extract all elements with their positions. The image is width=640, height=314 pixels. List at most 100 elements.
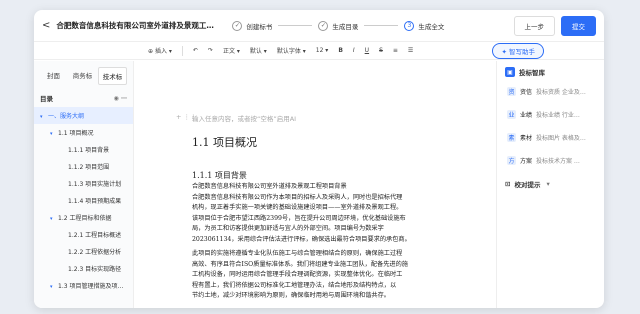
check-tips-header[interactable]: ⊡ 校对提示 ▾	[505, 179, 596, 189]
toc-item[interactable]: 1.2.1 工程目标概述	[34, 226, 133, 243]
toc-item-label: 1.2.3 目标实现路径	[68, 266, 122, 273]
submit-button[interactable]: 提交	[561, 15, 596, 36]
font-default-select[interactable]: 默认 ▾	[250, 46, 267, 55]
toc-item[interactable]: ▾ 1.3 项目管理措施及项…	[34, 277, 133, 294]
bold-button[interactable]: B	[338, 47, 343, 54]
text-line: 该项目位于合肥市望江西路2399号，旨在提升公司周边环境，优化基础设施布	[192, 214, 406, 222]
toc-item-label: 1.3 项目管理措施及项…	[58, 283, 124, 290]
toc-item[interactable]: 1.1.3 项目实施计划	[34, 175, 133, 192]
section-tabs: 封面 商务标 技术标	[34, 61, 133, 89]
tab-business[interactable]: 商务标	[69, 67, 96, 85]
insert-menu[interactable]: ⊕ 插入 ▾	[148, 46, 172, 55]
toc-item[interactable]: 1.2.2 工程依据分析	[34, 243, 133, 260]
toc-item[interactable]: 1.1.2 项目范围	[34, 158, 133, 175]
check-icon: ✓	[318, 20, 329, 31]
toc-item[interactable]: 1.2.3 目标实现路径	[34, 260, 133, 277]
toc-item-label: 1.1 项目概况	[58, 130, 94, 137]
library-item-name: 方案	[520, 158, 533, 165]
library-item[interactable]: 素素材 投标图片 表格及…	[507, 133, 596, 142]
toc-item-label: 1.1.1 项目背景	[68, 147, 110, 154]
back-icon[interactable]: <	[42, 20, 50, 31]
step-divider	[278, 25, 313, 26]
format-toolbar: ⊕ 插入 ▾ ↶ ↷ 正文 ▾ 默认 ▾ 默认字体 ▾ 12 ▾ B I U S…	[34, 42, 604, 60]
library-item-name: 素材	[520, 135, 533, 142]
library-item-desc: 投标图片 表格及…	[536, 135, 586, 142]
toc-item-label: 1.2.2 工程依据分析	[68, 249, 122, 256]
caret-icon[interactable]: ▾	[40, 114, 48, 120]
library-item-desc: 投标业绩 行业…	[536, 112, 580, 119]
library-item[interactable]: 业业绩 投标业绩 行业…	[507, 110, 596, 119]
top-bar: < 合肥数音信息科技有限公司室外道排及景观工… ✓ 创建标书 ✓ 生成目录 3 …	[34, 10, 604, 42]
check-icon: ✓	[232, 20, 243, 31]
toc-item-label: 1.1.3 项目实施计划	[68, 181, 122, 188]
bid-library-header: ▣ 投标智库	[505, 67, 596, 77]
redo-icon[interactable]: ↷	[208, 47, 213, 54]
step-label: 生成目录	[332, 22, 359, 31]
undo-icon[interactable]: ↶	[193, 47, 198, 54]
library-icon: ▣	[505, 67, 515, 77]
underline-button[interactable]: U	[365, 47, 369, 54]
editor-area[interactable]: + ⋮⋮ 输入任意内容，或者按“空格”启用AI 1.1 项目概况 1.1.1 项…	[134, 61, 496, 308]
toc-header: 目录 ◉ ⋯	[34, 89, 133, 107]
document-title: 合肥数音信息科技有限公司室外道排及景观工…	[56, 21, 214, 30]
text-line: 节约土地，减少对环境影响为原则，确保临时用地与周围环境和谐共存。	[192, 292, 390, 300]
paragraph-implementation: 此项目的实施将遵循专业化队伍施工与综合管理相结合的原则，确保施工过程 高效、有序且…	[192, 249, 442, 302]
font-size-select[interactable]: 12 ▾	[316, 47, 329, 54]
category-icon: 素	[507, 133, 516, 142]
caret-icon[interactable]: ▾	[50, 284, 58, 290]
step-indicator: ✓ 创建标书 ✓ 生成目录 3 生成全文	[232, 20, 445, 31]
caret-icon[interactable]: ▾	[50, 216, 58, 222]
tab-cover[interactable]: 封面	[40, 67, 67, 85]
text-line: 工机构设备，同时运用综合管理手段合理调配资源，实现整体优化。在临时工	[192, 271, 403, 279]
toc-item[interactable]: ▾ 1.1 项目概况	[34, 124, 133, 141]
font-default-value: 默认	[249, 48, 262, 55]
paragraph-style-value: 正文	[222, 48, 235, 55]
library-item-name: 资信	[520, 89, 533, 96]
check-tips-title: 校对提示	[514, 181, 541, 189]
caret-icon[interactable]: ▾	[50, 131, 58, 137]
tab-technical[interactable]: 技术标	[98, 67, 127, 85]
step-outline: ✓ 生成目录	[318, 20, 359, 31]
text-line: 程有置上，我们将依据公司标准化工地管理办法，结合地形及结构特点，以	[192, 281, 397, 289]
align-icon[interactable]: ≡	[393, 47, 398, 54]
category-icon: 方	[507, 156, 516, 165]
proofread-icon: ⊡	[505, 180, 511, 188]
toc-item[interactable]: ▾ 一、服务大纲	[34, 107, 133, 124]
category-icon: 业	[507, 110, 516, 119]
prev-step-button[interactable]: 上一步	[513, 15, 555, 36]
step-create: ✓ 创建标书	[232, 20, 272, 31]
category-icon: 资	[507, 87, 516, 96]
toc-item-label: 1.2 工程目标和依据	[58, 215, 112, 222]
toc-item[interactable]: ▾ 1.2 工程目标和依据	[34, 209, 133, 226]
heading-2: 1.1.1 项目背景	[192, 171, 247, 180]
text-line: 局，为员工和访客提供更加舒适与宜人的外部空间。项目编号为数采字	[192, 225, 384, 233]
text-line: 2023061134，采用综合评估法进行评标，确保选出最符合项目要求的承包商。	[192, 235, 411, 243]
ai-assistant-button[interactable]: ✦ 智写助手	[492, 42, 544, 59]
chevron-down-icon: ▾	[546, 180, 550, 188]
bid-library-title: 投标智库	[519, 69, 545, 77]
step-fulltext: 3 生成全文	[404, 20, 445, 31]
library-item[interactable]: 资资信 投标资质 企业及…	[507, 87, 596, 96]
toc-title: 目录	[40, 95, 53, 103]
font-family-select[interactable]: 默认字体 ▾	[277, 46, 306, 55]
eye-icon[interactable]: ◉ ⋯	[114, 95, 127, 102]
insert-label: 插入	[154, 48, 167, 55]
strikethrough-button[interactable]: S	[379, 47, 383, 54]
heading-1: 1.1 项目概况	[192, 136, 257, 149]
text-line: 机构，现正着手实施一项关键的基础设施建设项目——室外道排及景观工程。	[192, 204, 403, 212]
editor-placeholder[interactable]: 输入任意内容，或者按“空格”启用AI	[192, 113, 296, 123]
right-panel: ▣ 投标智库 资资信 投标资质 企业及… 业业绩 投标业绩 行业… 素素材 投标图片 表格…	[496, 61, 604, 308]
text-line: 合肥数音信息科技有限公司作为本项目的招标人及采购人，同时也是招标代理	[192, 193, 403, 201]
step-label: 生成全文	[418, 22, 445, 31]
paragraph-style-select[interactable]: 正文 ▾	[223, 46, 240, 55]
toc-item[interactable]: 1.1.1 项目背景	[34, 141, 133, 158]
italic-button[interactable]: I	[353, 47, 355, 54]
library-item[interactable]: 方方案 投标技术方案 …	[507, 156, 596, 165]
list-icon[interactable]: ☰	[408, 47, 413, 54]
font-family-value: 默认字体	[276, 48, 301, 55]
library-item-name: 业绩	[520, 112, 533, 119]
left-sidebar: 封面 商务标 技术标 目录 ◉ ⋯ ▾ 一、服务大纲 ▾ 1.1 项目概况 1.1.1 …	[34, 61, 134, 308]
toc-item[interactable]: 1.1.4 项目预期成果	[34, 192, 133, 209]
paragraph-background: 合肥数音信息科技有限公司室外道排及景观工程项目背景 合肥数音信息科技有限公司作为本…	[192, 182, 442, 246]
library-item-desc: 投标技术方案 …	[536, 158, 580, 165]
